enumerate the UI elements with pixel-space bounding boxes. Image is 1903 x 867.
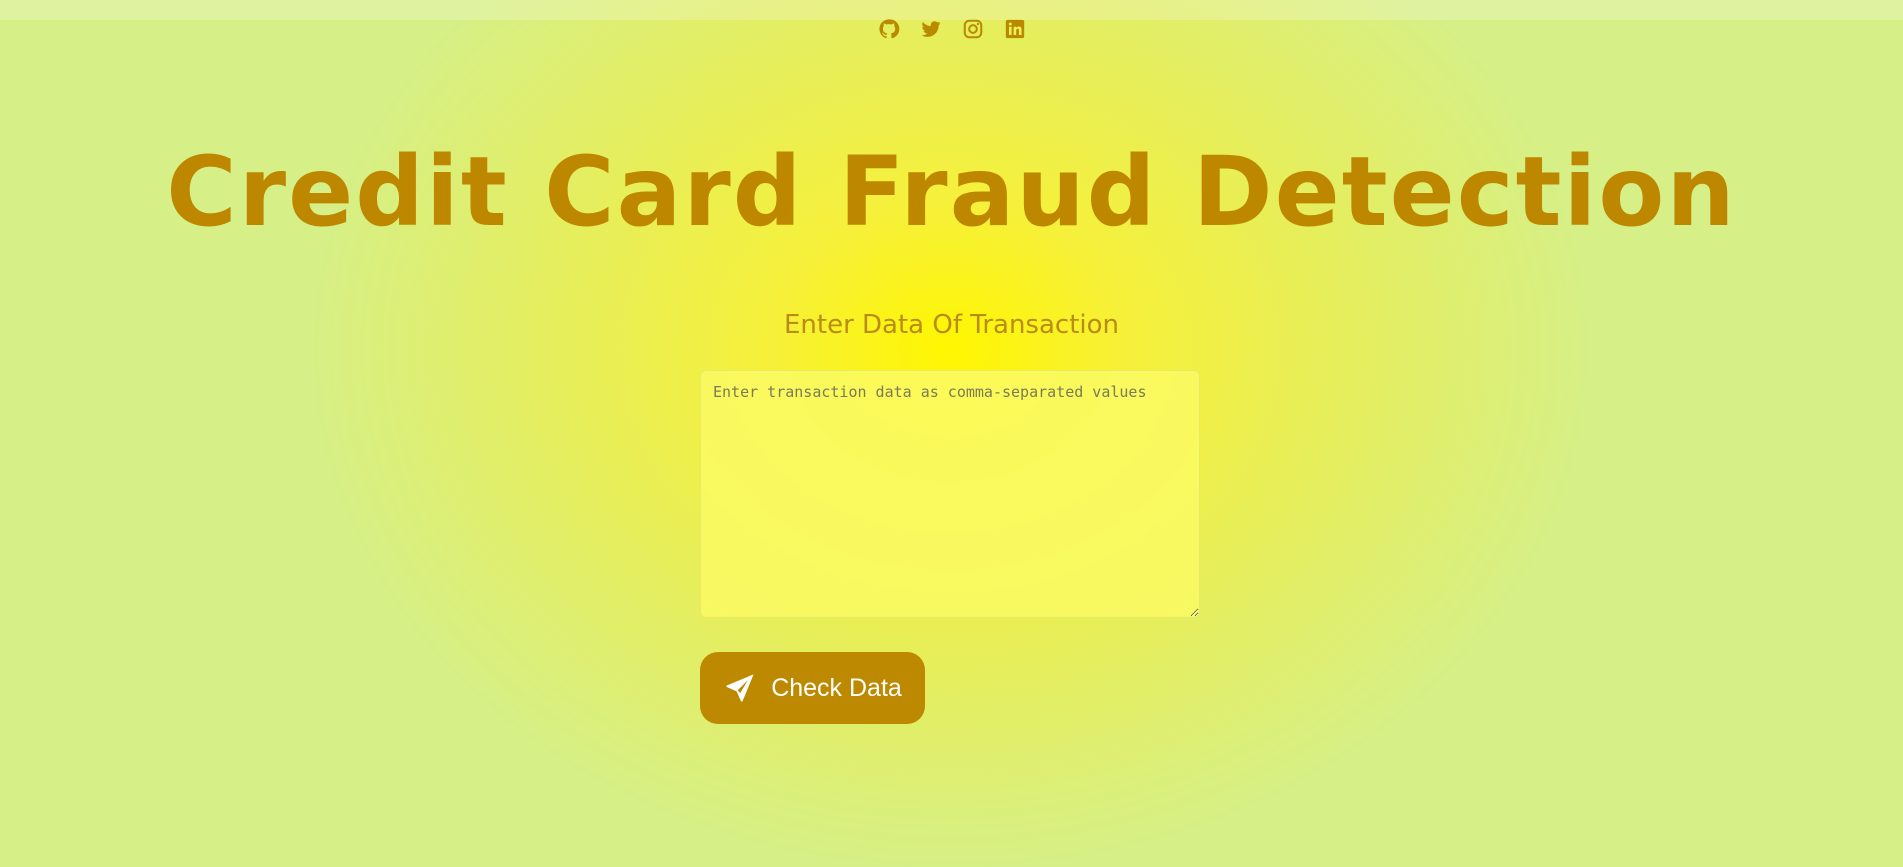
instagram-icon[interactable] (962, 18, 984, 40)
check-data-button[interactable]: Check Data (700, 652, 925, 724)
twitter-icon[interactable] (920, 18, 942, 40)
transaction-data-input[interactable] (700, 370, 1200, 618)
linkedin-icon[interactable] (1004, 18, 1026, 40)
top-strip (0, 0, 1903, 20)
github-icon[interactable] (878, 18, 900, 40)
check-data-label: Check Data (771, 673, 902, 702)
social-links (0, 18, 1903, 44)
page-title: Credit Card Fraud Detection (166, 136, 1737, 248)
form-subtitle: Enter Data Of Transaction (783, 310, 1120, 340)
paper-plane-icon (723, 671, 757, 705)
